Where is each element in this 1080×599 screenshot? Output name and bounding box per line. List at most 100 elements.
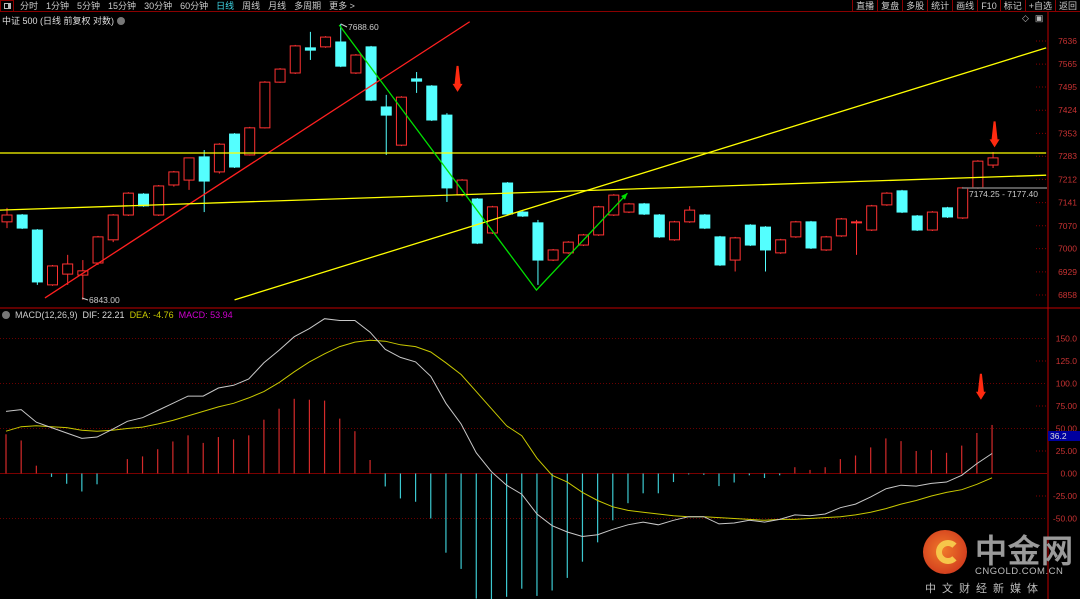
candle-up <box>289 45 301 74</box>
candle-up <box>866 205 878 231</box>
candle-up <box>881 192 893 206</box>
candle-down <box>744 224 756 246</box>
cngold-logo: 中金网 CNGOLD.COM.CN 中文财经新媒体 <box>920 528 1080 598</box>
low-price-label: 6843.00 <box>89 295 120 305</box>
candle-up <box>320 36 332 48</box>
candle-down <box>31 229 43 283</box>
candle-up <box>623 203 635 213</box>
candle-up <box>926 211 938 231</box>
price-axis-label: 7070 <box>1058 221 1077 231</box>
candle-down <box>138 193 150 207</box>
candle-down <box>942 207 954 218</box>
logo-emblem-icon <box>923 530 967 574</box>
candle-up <box>153 185 165 216</box>
candle-up <box>562 241 574 254</box>
candle-up <box>107 214 119 241</box>
macd-dea-value: DEA: -4.76 <box>129 310 174 320</box>
candle-up <box>668 221 680 241</box>
price-axis-label: 7141 <box>1058 198 1077 208</box>
candle-down <box>714 236 726 266</box>
candle-down <box>335 41 347 67</box>
trendline <box>44 21 471 299</box>
candle-down <box>380 106 392 116</box>
candle-down <box>411 78 423 82</box>
price-axis-label: 7353 <box>1058 128 1077 138</box>
candle-up <box>274 68 286 83</box>
candle-up <box>987 157 999 166</box>
candle-up <box>1 214 13 223</box>
price-axis-label: 7283 <box>1058 151 1077 161</box>
candle-down <box>304 47 316 51</box>
candle-up <box>835 218 847 237</box>
candle-down <box>896 190 908 213</box>
candle-up <box>244 127 256 156</box>
candle-up <box>350 54 362 74</box>
candle-down <box>502 182 514 215</box>
price-axis-label: 6929 <box>1058 267 1077 277</box>
macd-axis-label: 100.0 <box>1056 379 1078 389</box>
candle-down <box>699 214 711 229</box>
price-axis-label: 7424 <box>1058 105 1077 115</box>
candle-up <box>820 236 832 251</box>
candle-up <box>122 192 134 216</box>
price-axis-label: 7565 <box>1058 59 1077 69</box>
candle-down <box>653 214 665 238</box>
candle-down <box>805 221 817 249</box>
red-arrow-icon <box>975 373 986 400</box>
price-axis-label: 6858 <box>1058 290 1077 300</box>
candle-down <box>760 226 771 251</box>
candle-up <box>729 237 741 261</box>
macd-axis-label: -25.00 <box>1053 491 1077 501</box>
macd-macd-value: MACD: 53.94 <box>178 310 233 320</box>
macd-header: MACD(12,26,9) DIF: 22.21 DEA: -4.76 MACD… <box>2 310 233 320</box>
candle-down <box>426 85 438 121</box>
candle-down <box>229 133 241 168</box>
candle-down <box>517 211 529 217</box>
trendline <box>338 24 628 292</box>
candle-up <box>47 265 59 286</box>
candle-down <box>911 215 923 231</box>
macd-axis-label: 125.0 <box>1056 356 1078 366</box>
macd-axis-label: 25.00 <box>1056 446 1078 456</box>
candle-up <box>972 160 984 189</box>
macd-settings-icon[interactable] <box>2 311 10 319</box>
macd-axis-label: -50.00 <box>1053 514 1077 524</box>
candle-down <box>441 114 453 189</box>
candle-up <box>213 143 225 173</box>
macd-dif-value: DIF: 22.21 <box>82 310 125 320</box>
price-axis-label: 7212 <box>1058 174 1077 184</box>
logo-slogan: 中文财经新媒体 <box>925 583 1044 595</box>
price-range-label: 7174.25 - 7177.40 <box>969 189 1038 199</box>
candle-up <box>790 221 802 238</box>
high-pointer <box>340 23 348 28</box>
candle-up <box>684 209 696 223</box>
candle-down <box>198 156 210 182</box>
macd-cursor-value: 36.2 <box>1050 431 1067 441</box>
candle-up <box>92 236 104 264</box>
candle-up <box>456 179 468 196</box>
candle-down <box>638 203 650 215</box>
candle-down <box>16 214 28 229</box>
dea-line <box>5 339 993 521</box>
candle-up <box>775 239 787 254</box>
macd-axis-label: 0.00 <box>1060 469 1077 479</box>
candle-up <box>168 171 180 186</box>
macd-name: MACD(12,26,9) <box>15 310 78 320</box>
candle-up <box>547 249 559 261</box>
trendline <box>234 47 1047 301</box>
candle-up <box>851 221 863 224</box>
kline-chart[interactable]: 7636 7565 7495 7424 7353 7283 7212 7141 7070 7000… <box>0 0 1080 599</box>
candle-up <box>957 187 969 219</box>
red-arrow-icon <box>989 121 1000 148</box>
macd-axis-label: 150.0 <box>1056 334 1078 344</box>
price-axis-label: 7495 <box>1058 82 1077 92</box>
candle-up <box>183 157 195 181</box>
high-price-label: 7688.60 <box>348 22 379 32</box>
red-arrow-icon <box>452 65 463 92</box>
price-axis-label: 7636 <box>1058 36 1077 46</box>
price-axis-label: 7000 <box>1058 244 1077 254</box>
candle-up <box>62 263 74 275</box>
candle-down <box>532 222 544 261</box>
macd-axis-label: 75.00 <box>1056 401 1078 411</box>
dif-line <box>5 318 993 538</box>
